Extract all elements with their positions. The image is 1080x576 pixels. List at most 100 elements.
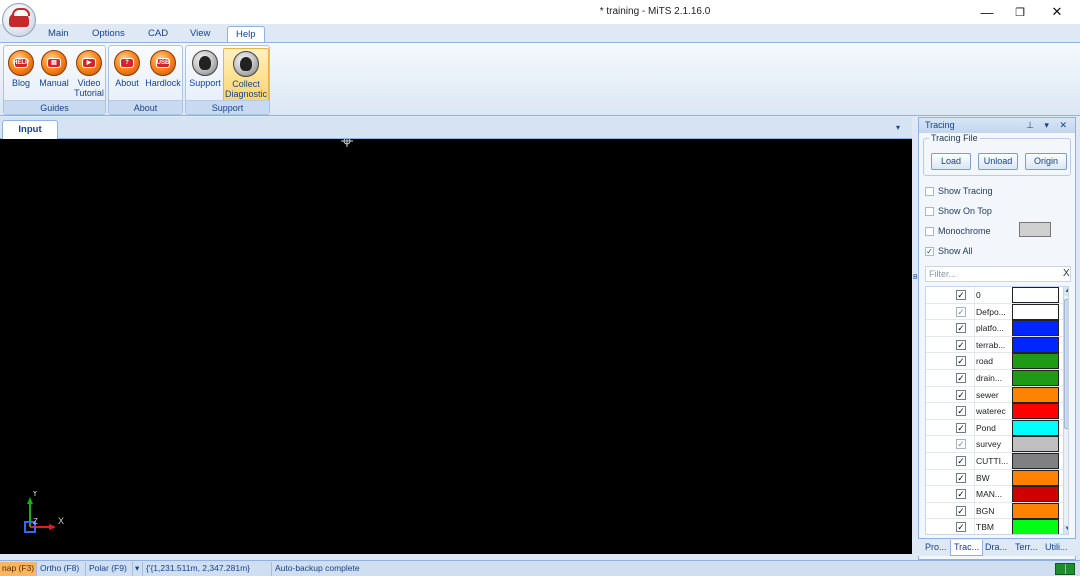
hardlock-button[interactable]: USB Hardlock [144, 48, 182, 102]
layer-row[interactable]: ✓ BGN [926, 502, 1064, 520]
layer-color-swatch[interactable] [1012, 436, 1059, 453]
layer-color-swatch[interactable] [1012, 519, 1059, 534]
layer-row[interactable]: ✓ CUTTI... [926, 453, 1064, 470]
collect-diagnostic-button[interactable]: Collect Diagnostic [223, 48, 269, 102]
tab-terrain[interactable]: Terr... [1012, 540, 1041, 556]
layer-visible-checkbox[interactable]: ✓ [956, 422, 966, 433]
layer-row[interactable]: ✓ 0 [926, 287, 1064, 304]
layer-color-swatch[interactable] [1012, 336, 1059, 353]
tab-properties[interactable]: Pro... [922, 540, 950, 556]
layer-visible-checkbox[interactable]: ✓ [956, 356, 966, 367]
status-message: Auto-backup complete [275, 563, 360, 573]
layer-name: drain... [976, 373, 1002, 383]
about-button[interactable]: ? About [111, 48, 143, 102]
polar-toggle[interactable]: Polar (F9) [87, 562, 133, 576]
tab-main[interactable]: Main [40, 26, 77, 42]
tab-cad[interactable]: CAD [140, 26, 176, 42]
tab-utilities[interactable]: Utili... [1042, 540, 1071, 556]
ribbon-group-support: Support Collect Diagnostic Support [185, 45, 270, 115]
layer-row[interactable]: ✓ survey [926, 436, 1064, 453]
tab-help[interactable]: Help [227, 26, 265, 42]
tab-input[interactable]: Input [2, 120, 58, 139]
blog-button[interactable]: HELP Blog [6, 48, 36, 102]
video-tutorial-button[interactable]: ▶ Video Tutorial [72, 48, 106, 102]
close-icon[interactable]: ✕ [1040, 2, 1074, 22]
checkbox-unchecked[interactable] [925, 226, 934, 236]
layer-visible-checkbox[interactable]: ✓ [956, 406, 966, 417]
layer-visible-checkbox[interactable]: ✓ [956, 522, 966, 533]
layer-visible-checkbox[interactable]: ✓ [956, 306, 966, 317]
collect-diagnostic-label-1: Collect [232, 79, 260, 89]
restore-icon[interactable]: ❐ [1003, 2, 1037, 22]
layer-row[interactable]: ✓ terrab... [926, 336, 1064, 354]
drawing-canvas[interactable]: Y X Z [0, 139, 912, 554]
scroll-up-icon[interactable]: ▲ [1064, 287, 1068, 296]
layer-visible-checkbox[interactable]: ✓ [956, 389, 966, 400]
ortho-toggle[interactable]: Ortho (F8) [38, 562, 86, 576]
layer-visible-checkbox[interactable]: ✓ [956, 489, 966, 500]
show-tracing-checkbox[interactable]: Show Tracing [925, 184, 993, 198]
layer-row-divider [974, 303, 975, 320]
layer-row[interactable]: ✓ platfo... [926, 320, 1064, 337]
layer-color-swatch[interactable] [1012, 370, 1059, 386]
checkbox-unchecked[interactable] [925, 186, 934, 196]
ribbon-group-guides: HELP Blog ▤ Manual ▶ Video Tutorial Guid… [3, 45, 106, 115]
layer-row[interactable]: ✓ sewer [926, 386, 1064, 404]
layer-color-swatch[interactable] [1012, 353, 1059, 370]
layer-visible-checkbox[interactable]: ✓ [956, 472, 966, 483]
layer-color-swatch[interactable] [1012, 419, 1059, 436]
load-button[interactable]: Load [931, 153, 971, 170]
layer-color-swatch[interactable] [1012, 320, 1059, 337]
layer-color-swatch[interactable] [1012, 287, 1059, 303]
layer-row[interactable]: ✓ Pond [926, 419, 1064, 437]
polar-dropdown-icon[interactable]: ▾ [133, 562, 143, 576]
layer-color-swatch[interactable] [1012, 303, 1059, 320]
layer-list-scrollbar[interactable]: ▲ ▼ [1063, 287, 1068, 534]
layer-row[interactable]: ✓ drain... [926, 370, 1064, 387]
tab-view[interactable]: View [182, 26, 218, 42]
layer-row[interactable]: ✓ BW [926, 469, 1064, 487]
support-button[interactable]: Support [188, 48, 222, 102]
layer-row[interactable]: ✓ MAN... [926, 486, 1064, 503]
origin-button[interactable]: Origin [1025, 153, 1067, 170]
checkbox-checked[interactable]: ✓ [925, 246, 934, 256]
tab-tracing[interactable]: Trac... [950, 540, 984, 556]
application-menu-button[interactable] [2, 3, 36, 37]
show-all-checkbox[interactable]: ✓ Show All [925, 244, 973, 258]
layer-color-swatch[interactable] [1012, 453, 1059, 469]
layer-visible-checkbox[interactable]: ✓ [956, 339, 966, 350]
layer-row[interactable]: ✓ TBM [926, 519, 1064, 534]
document-list-dropdown-icon[interactable]: ▾ [896, 123, 900, 132]
layer-color-swatch[interactable] [1012, 386, 1059, 403]
unload-button[interactable]: Unload [978, 153, 1018, 170]
layer-color-swatch[interactable] [1012, 502, 1059, 519]
show-on-top-checkbox[interactable]: Show On Top [925, 204, 992, 218]
layer-visible-checkbox[interactable]: ✓ [956, 439, 966, 450]
ribbon-group-guides-label: Guides [4, 100, 105, 114]
scroll-down-icon[interactable]: ▼ [1064, 525, 1068, 534]
monochrome-checkbox[interactable]: Monochrome [925, 224, 991, 238]
tab-drawing[interactable]: Dra... [982, 540, 1010, 556]
scroll-thumb[interactable] [1064, 299, 1068, 429]
layer-row[interactable]: ✓ waterec [926, 403, 1064, 420]
tab-options[interactable]: Options [84, 26, 133, 42]
layer-visible-checkbox[interactable]: ✓ [956, 373, 966, 383]
snap-toggle[interactable]: nap (F3) [0, 562, 37, 576]
panel-pin-close-icons[interactable]: ⊥ ▾ ✕ [1026, 118, 1071, 132]
minimize-icon[interactable]: — [970, 2, 1004, 22]
axis-z-label: Z [33, 517, 38, 526]
manual-button[interactable]: ▤ Manual [37, 48, 71, 102]
layer-visible-checkbox[interactable]: ✓ [956, 323, 966, 334]
layer-row[interactable]: ✓ road [926, 353, 1064, 370]
layer-visible-checkbox[interactable]: ✓ [956, 505, 966, 516]
layer-row[interactable]: ✓ Defpo... [926, 303, 1064, 321]
layer-visible-checkbox[interactable]: ✓ [956, 290, 966, 300]
monochrome-color-swatch[interactable] [1019, 222, 1051, 237]
layer-color-swatch[interactable] [1012, 486, 1059, 503]
layer-visible-checkbox[interactable]: ✓ [956, 456, 966, 466]
filter-clear-button[interactable]: X [1063, 268, 1070, 279]
layer-filter-input[interactable]: Filter... [925, 266, 1071, 282]
checkbox-unchecked[interactable] [925, 206, 934, 216]
layer-color-swatch[interactable] [1012, 403, 1059, 420]
layer-color-swatch[interactable] [1012, 469, 1059, 486]
